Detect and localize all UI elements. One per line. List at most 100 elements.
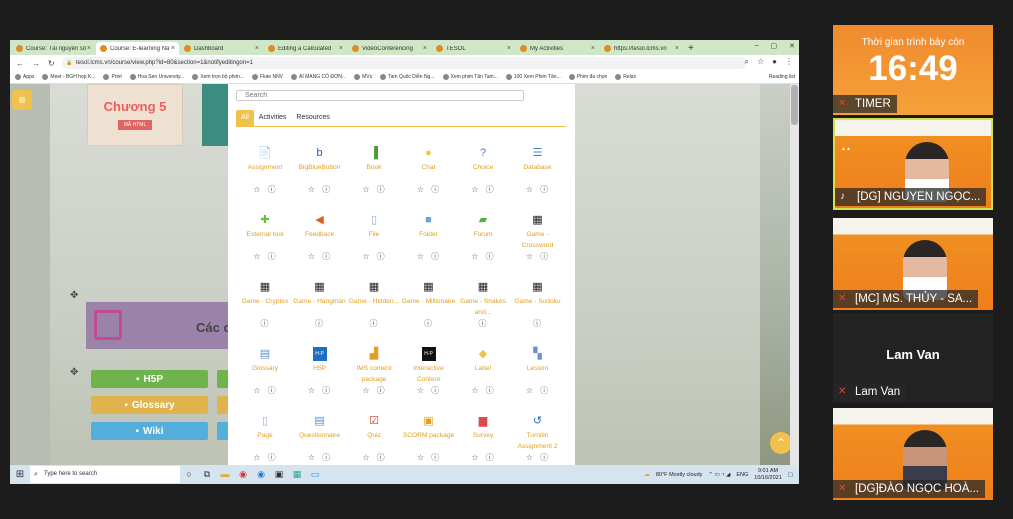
store-icon[interactable]: ▣ — [270, 466, 288, 483]
url-field[interactable]: tesol.lcms.vn/course/view.php?id=80&sect… — [62, 57, 747, 69]
module-item[interactable]: ▯ File ☆ⓘ — [347, 207, 401, 274]
minimize-icon[interactable]: – — [755, 42, 759, 50]
weather-text[interactable]: 80°F Mostly cloudy — [656, 472, 703, 478]
browser-tab[interactable]: Course: Tài nguyên số × — [12, 42, 95, 55]
browser-tab[interactable]: VideoConferencing × — [348, 42, 431, 55]
info-icon[interactable]: ⓘ — [486, 185, 501, 194]
star-icon[interactable]: ☆ — [308, 386, 322, 395]
info-icon[interactable]: ⓘ — [431, 185, 446, 194]
bookmark-item[interactable]: MVs — [354, 74, 372, 80]
star-icon[interactable]: ☆ — [417, 252, 431, 261]
bookmark-star-icon[interactable]: ☆ — [757, 57, 764, 67]
tab-resources[interactable]: Resources — [291, 110, 334, 126]
module-item[interactable]: ▐ Book ☆ⓘ — [347, 140, 401, 207]
participant-video-tile[interactable]: ✕ [DG]ĐÀO NGỌC HOÀ... — [833, 408, 993, 500]
module-item[interactable]: ▰ Forum ☆ⓘ — [456, 207, 510, 274]
info-icon[interactable]: ⓘ — [486, 252, 501, 261]
star-icon[interactable]: ☆ — [308, 185, 322, 194]
edge-icon[interactable]: ◉ — [252, 466, 270, 483]
illustrator-icon[interactable]: ▦ — [288, 466, 306, 483]
info-icon[interactable]: ⓘ — [540, 386, 555, 395]
info-icon[interactable]: ⓘ — [377, 252, 392, 261]
info-icon[interactable]: ⓘ — [486, 453, 501, 462]
browser-tab[interactable]: Dashboard × — [180, 42, 263, 55]
info-icon[interactable]: ⓘ — [268, 185, 283, 194]
module-item[interactable]: ☑ Quiz ☆ⓘ — [347, 408, 401, 465]
scrollbar[interactable] — [790, 84, 799, 465]
info-icon[interactable]: ⓘ — [377, 453, 392, 462]
module-item[interactable]: ▚ Lesson ☆ⓘ — [511, 341, 565, 408]
star-icon[interactable]: ☆ — [471, 386, 485, 395]
search-input[interactable] — [236, 90, 524, 101]
cortana-icon[interactable]: ○ — [180, 466, 198, 483]
info-icon[interactable]: ⓘ — [322, 252, 337, 261]
module-item[interactable]: H·P H5P ☆ⓘ — [293, 341, 347, 408]
star-icon[interactable]: ☆ — [253, 453, 267, 462]
module-item[interactable]: ↺ Turnitin Assignment 2 ☆ⓘ — [511, 408, 565, 465]
info-icon[interactable]: ⓘ — [268, 252, 283, 261]
star-icon[interactable]: ☆ — [308, 252, 322, 261]
browser-tab[interactable]: My Activities × — [516, 42, 599, 55]
taskbar-search-input[interactable]: Type here to search — [30, 466, 180, 483]
info-icon[interactable]: ⓘ — [479, 319, 494, 328]
info-icon[interactable]: ⓘ — [431, 386, 446, 395]
module-item[interactable]: ▦ Game - Hangman ⓘ — [293, 274, 347, 341]
module-item[interactable]: ▦ Game - Sudoku ⓘ — [511, 274, 565, 341]
close-tab-icon[interactable]: × — [255, 45, 259, 52]
info-icon[interactable]: ⓘ — [377, 386, 392, 395]
bookmark-item[interactable]: Tam Quốc Diễn Ng... — [380, 74, 435, 80]
module-item[interactable]: b BigBlueButton ☆ⓘ — [293, 140, 347, 207]
module-item[interactable]: ▦ Game - Hidden... ⓘ — [347, 274, 401, 341]
bookmark-item[interactable]: Hoa Sen University... — [129, 74, 184, 80]
star-icon[interactable]: ☆ — [526, 386, 540, 395]
bookmark-item[interactable]: Xem trọn bộ phim... — [192, 74, 244, 80]
star-icon[interactable]: ☆ — [253, 185, 267, 194]
info-icon[interactable]: ⓘ — [322, 453, 337, 462]
info-icon[interactable]: ⓘ — [431, 453, 446, 462]
browser-tab[interactable]: https://tesol.lcms.vn × — [600, 42, 683, 55]
info-icon[interactable]: ⓘ — [540, 252, 555, 261]
module-item[interactable]: ◀ Feedback ☆ⓘ — [293, 207, 347, 274]
bookmark-item[interactable]: Xem phim Tân Tam... — [442, 74, 498, 80]
info-icon[interactable]: ⓘ — [268, 386, 283, 395]
reading-list-button[interactable]: Reading list — [769, 74, 799, 80]
browser-tab[interactable]: Editing a Calculated × — [264, 42, 347, 55]
star-icon[interactable]: ☆ — [253, 386, 267, 395]
info-icon[interactable]: ⓘ — [486, 386, 501, 395]
module-item[interactable]: ■ Folder ☆ⓘ — [402, 207, 456, 274]
info-icon[interactable]: ⓘ — [377, 185, 392, 194]
star-icon[interactable]: ☆ — [362, 252, 376, 261]
info-icon[interactable]: ⓘ — [268, 453, 283, 462]
reload-icon[interactable]: ↻ — [48, 59, 55, 68]
forward-icon[interactable]: → — [32, 59, 40, 68]
module-item[interactable]: ▦ Game - Cryptex ⓘ — [238, 274, 292, 341]
participant-tile-no-video[interactable]: Lam Van ✕ Lam Van — [833, 313, 993, 403]
tray-icons[interactable]: ⌃ ▭ ◔ ◢ — [708, 472, 730, 478]
move-icon[interactable]: ✥ — [70, 290, 78, 301]
module-item[interactable]: ▯ Page ☆ⓘ — [238, 408, 292, 465]
module-item[interactable]: ? Choice ☆ⓘ — [456, 140, 510, 207]
info-icon[interactable]: ⓘ — [431, 252, 446, 261]
bookmark-item[interactable]: Meet - BGH họp K... — [42, 74, 95, 80]
module-item[interactable]: ▦ Game - Snakes and... ⓘ — [456, 274, 510, 341]
back-icon[interactable]: ← — [16, 59, 24, 68]
bookmark-item[interactable]: Relax — [615, 74, 636, 80]
info-icon[interactable]: ⓘ — [315, 319, 330, 328]
star-icon[interactable]: ☆ — [417, 185, 431, 194]
module-item[interactable]: ▦ Game - Millionaire ⓘ — [402, 274, 456, 341]
module-item[interactable]: ▣ SCORM package ☆ⓘ — [402, 408, 456, 465]
module-item[interactable]: ▆ Survey ☆ⓘ — [456, 408, 510, 465]
star-icon[interactable]: ☆ — [362, 185, 376, 194]
participant-video-tile[interactable]: ▲▲ ♪ [DG] NGUYEN NGỌC... — [833, 118, 993, 210]
close-window-icon[interactable]: ✕ — [789, 42, 795, 50]
windows-start-icon[interactable]: ⊞ — [10, 469, 30, 480]
bookmark-item[interactable]: 100 Xem Phim Tân... — [505, 74, 561, 80]
task-view-icon[interactable]: ⧉ — [198, 466, 216, 483]
course-link-button[interactable]: ▪ H5P — [91, 370, 208, 388]
bookmark-item[interactable]: Phim đa chọn — [568, 74, 607, 80]
close-tab-icon[interactable]: × — [675, 45, 679, 52]
maximize-icon[interactable]: ▢ — [771, 42, 778, 50]
tab-all[interactable]: All — [236, 110, 254, 126]
zoom-app-icon[interactable]: ▭ — [306, 466, 324, 483]
scrollbar-thumb[interactable] — [791, 85, 798, 125]
